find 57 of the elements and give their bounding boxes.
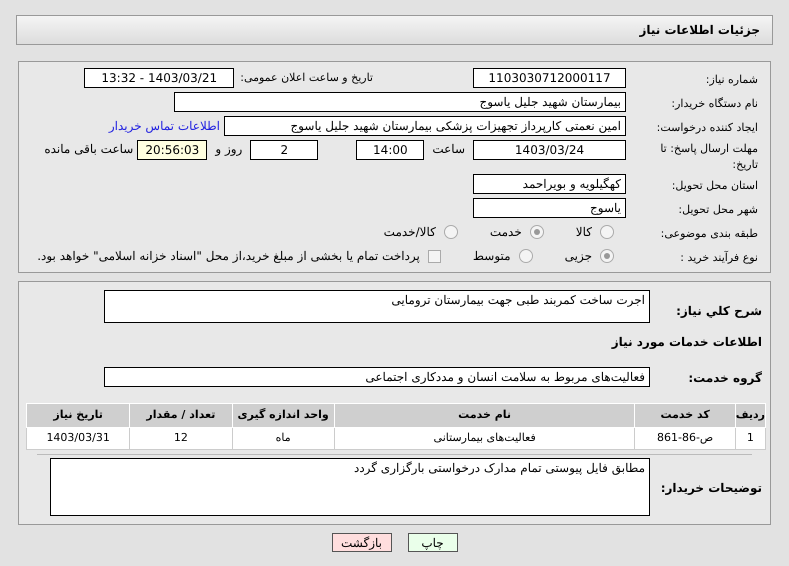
field-label: استان محل تحویل: (672, 179, 758, 192)
column-header: نام خدمت (334, 404, 635, 428)
radio-label: خدمت (490, 224, 522, 241)
back-button[interactable]: بازگشت (332, 533, 392, 552)
table-cell: 1403/03/31 (26, 428, 130, 450)
days-field: 2 (250, 140, 318, 160)
radio-label: جزیی (564, 248, 592, 265)
field-label: نوع فرآیند خرید : (680, 251, 758, 264)
announce-date-field: 1403/03/21 - 13:32 (84, 68, 234, 88)
remaining-label: ساعت باقی مانده (44, 141, 134, 158)
column-header: واحد اندازه گیری (232, 404, 334, 428)
table-cell: ماه (232, 428, 334, 450)
table-cell: 12 (130, 428, 232, 450)
city-field: یاسوج (473, 198, 626, 218)
need-number-field: 1103030712000117 (473, 68, 626, 88)
radio-button[interactable] (518, 249, 533, 263)
column-header: کد خدمت (634, 404, 736, 428)
buyer-name-field: بیمارستان شهید جلیل یاسوج (174, 92, 626, 112)
field-label: شهر محل تحویل: (678, 203, 758, 216)
service-group-field: فعالیت‌های مربوط به سلامت انسان و مددکاری اجتماعی (104, 367, 650, 387)
column-header: ردیف (735, 404, 766, 428)
radio-button[interactable] (530, 225, 544, 239)
radio-button[interactable] (600, 249, 614, 263)
radio-label: کالا (576, 224, 592, 241)
remaining-time-field: 20:56:03 (137, 140, 208, 160)
field-label: نام دستگاه خریدار: (671, 97, 758, 110)
radio-label: کالا/خدمت (384, 224, 436, 241)
field-label: شرح کلي نياز: (676, 304, 762, 318)
field-label: ایجاد کننده درخواست: (656, 121, 758, 134)
field-label: تاریخ و ساعت اعلان عمومی: (240, 70, 373, 86)
description-textarea[interactable]: اجرت ساخت کمربند طبی جهت بیمارستان ترومایی (104, 290, 650, 323)
column-header: تاریخ نیاز (26, 404, 130, 428)
field-label: شماره نیاز: (706, 73, 758, 86)
days-label: روز و (215, 141, 242, 158)
radio-button[interactable] (600, 225, 614, 239)
buyer-notes-textarea[interactable]: مطابق فایل پیوستی تمام مدارک درخواستی بارگزاری گردد (50, 458, 650, 516)
checkbox-label: پرداخت تمام یا بخشی از مبلغ خرید،از محل "اسناد خزانه اسلامی" خواهد بود. (37, 248, 420, 265)
field-label: طبقه بندی موضوعی: (660, 227, 758, 240)
print-button[interactable]: چاپ (408, 533, 458, 552)
checkbox[interactable] (428, 250, 441, 262)
field-label: توضیحات خریدار: (660, 481, 762, 495)
radio-label: متوسط (472, 248, 511, 265)
table-cell: ص-86-861 (634, 428, 736, 450)
time-label: ساعت (432, 141, 465, 158)
buyer-contact-link[interactable]: اطلاعات تماس خریدار (108, 117, 220, 135)
table-cell: 1 (735, 428, 766, 450)
section-heading: اطلاعات خدمات مورد نیاز (612, 335, 762, 349)
page-title: جزئیات اطلاعات نیاز (639, 22, 760, 39)
requester-field: امین نعمتی کارپرداز تجهیزات پزشکی بیمارستان شهید جلیل یاسوج (224, 116, 626, 136)
column-header: تعداد / مقدار (130, 404, 232, 428)
radio-button[interactable] (444, 225, 458, 239)
field-label: مهلت ارسال پاسخ: تا تاریخ: (660, 142, 758, 171)
field-label: گروه خدمت: (688, 371, 762, 385)
deadline-time-field: 14:00 (356, 140, 424, 160)
table-cell: فعالیت‌های بیمارستانی (334, 428, 635, 450)
province-field: کهگیلویه و بویراحمد (473, 174, 626, 194)
deadline-date-field: 1403/03/24 (473, 140, 626, 160)
